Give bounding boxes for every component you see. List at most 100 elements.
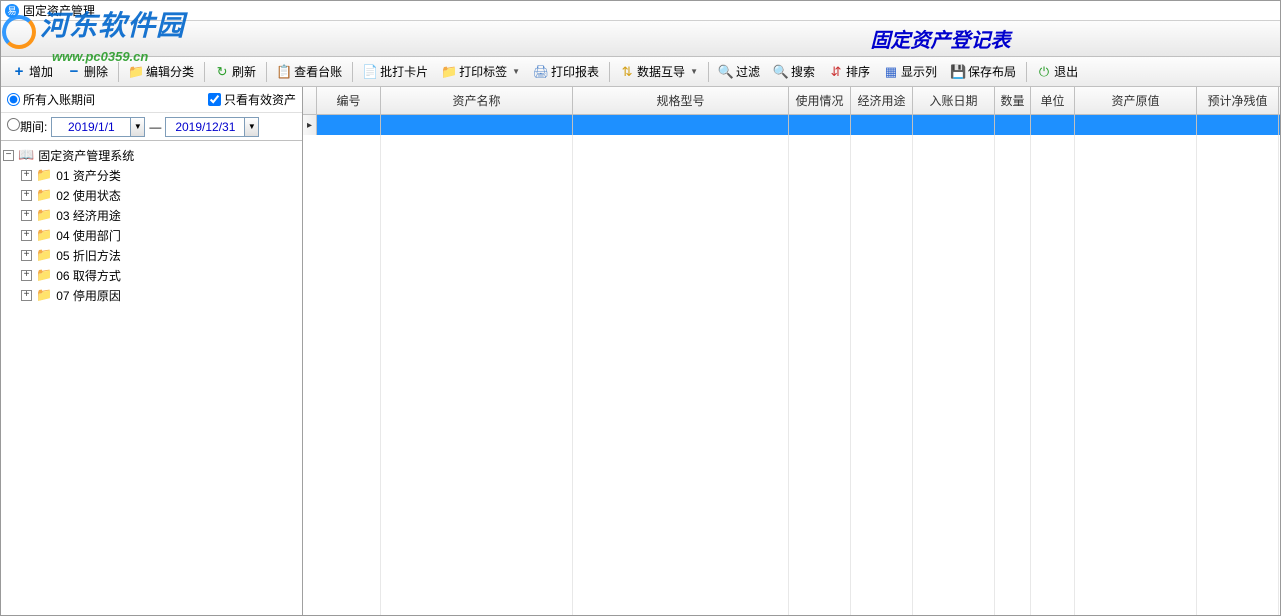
refresh-label: 刷新	[232, 63, 256, 80]
tree-item[interactable]: + 📁05 折旧方法	[21, 245, 300, 265]
tree-item[interactable]: + 📁07 停用原因	[21, 285, 300, 305]
search-icon: 🔍	[774, 65, 788, 79]
sidebar: 所有入账期间 只看有效资产 期间: ▼ — ▼ − 📖	[1, 87, 303, 615]
expand-icon[interactable]: +	[21, 250, 32, 261]
save-layout-button[interactable]: 💾保存布局	[944, 59, 1023, 84]
grid-cell[interactable]	[1197, 115, 1279, 135]
data-icon: ⇅	[620, 65, 634, 79]
period-radio[interactable]: 期间:	[7, 118, 47, 135]
edit-cat-label: 编辑分类	[146, 63, 194, 80]
search-label: 搜索	[791, 63, 815, 80]
expand-icon[interactable]: +	[21, 270, 32, 281]
preport-label: 打印报表	[551, 63, 599, 80]
grid-cell[interactable]	[789, 115, 851, 135]
refresh-button[interactable]: ↻刷新	[208, 59, 263, 84]
show-columns-button[interactable]: ▦显示列	[877, 59, 944, 84]
batch-label: 批打卡片	[380, 63, 428, 80]
grid-cell[interactable]	[317, 115, 381, 135]
plabel-label: 打印标签	[459, 63, 507, 80]
tree-item[interactable]: + 📁01 资产分类	[21, 165, 300, 185]
tree-item-label: 05 折旧方法	[56, 247, 121, 264]
date-to-input[interactable]	[165, 117, 245, 137]
save-icon: 💾	[951, 65, 965, 79]
grid-cell[interactable]	[851, 115, 913, 135]
folder-icon: 📁	[442, 65, 456, 79]
view-ledger-button[interactable]: 📋查看台账	[270, 59, 349, 84]
exit-button[interactable]: ⏻退出	[1030, 59, 1085, 84]
grid-cell[interactable]	[381, 115, 573, 135]
column-header[interactable]: 预计净残值	[1197, 87, 1279, 114]
data-io-button[interactable]: ⇅数据互导▼	[613, 59, 705, 84]
tree-item-label: 06 取得方式	[56, 267, 121, 284]
grid-header: 编号资产名称规格型号使用情况经济用途入账日期数量单位资产原值预计净残值	[303, 87, 1280, 115]
grid-body[interactable]: ▸	[303, 115, 1280, 615]
date-from-dropdown[interactable]: ▼	[131, 117, 145, 137]
column-header[interactable]: 规格型号	[573, 87, 789, 114]
exit-icon: ⏻	[1037, 65, 1051, 79]
print-label-button[interactable]: 📁打印标签 ▼	[435, 59, 527, 84]
folder-icon: 📁	[36, 247, 52, 263]
tree-item[interactable]: +📁06 取得方式	[21, 265, 300, 285]
column-header[interactable]: 数量	[995, 87, 1031, 114]
expand-icon[interactable]: +	[21, 210, 32, 221]
column-header[interactable]: 使用情况	[789, 87, 851, 114]
folder-edit-icon: 📁	[129, 65, 143, 79]
app-icon: 易	[5, 4, 19, 18]
date-separator: —	[149, 120, 161, 134]
all-periods-label: 所有入账期间	[23, 91, 95, 108]
batch-card-button[interactable]: 📄批打卡片	[356, 59, 435, 84]
delete-button[interactable]: −删除	[60, 59, 115, 84]
book-icon: 📖	[18, 147, 34, 163]
expand-icon[interactable]: +	[21, 170, 32, 181]
grid-cell[interactable]	[913, 115, 995, 135]
filter-label: 过滤	[736, 63, 760, 80]
expand-icon[interactable]: +	[21, 290, 32, 301]
grid-row[interactable]: ▸	[303, 115, 1280, 135]
row-indicator-icon: ▸	[303, 115, 317, 135]
folder-icon: 📁	[36, 167, 52, 183]
folder-icon: 📁	[36, 207, 52, 223]
folder-icon: 📁	[36, 287, 52, 303]
cols-label: 显示列	[901, 63, 937, 80]
tree-item-label: 07 停用原因	[56, 287, 121, 304]
date-from-input[interactable]	[51, 117, 131, 137]
all-periods-radio[interactable]: 所有入账期间	[7, 91, 95, 108]
column-header[interactable]: 单位	[1031, 87, 1075, 114]
expand-icon[interactable]: +	[21, 230, 32, 241]
tree-root[interactable]: − 📖 固定资产管理系统	[3, 145, 300, 165]
header: 固定资产登记表	[1, 21, 1280, 57]
dropdown-icon: ▼	[512, 67, 520, 76]
grid-cell[interactable]	[1031, 115, 1075, 135]
search-button[interactable]: 🔍搜索	[767, 59, 822, 84]
column-header[interactable]: 资产名称	[381, 87, 573, 114]
grid-cell[interactable]	[573, 115, 789, 135]
filter-button[interactable]: 🔍过滤	[712, 59, 767, 84]
column-header[interactable]: 资产原值	[1075, 87, 1197, 114]
expand-icon[interactable]: +	[21, 190, 32, 201]
date-to-dropdown[interactable]: ▼	[245, 117, 259, 137]
tree-item-label: 03 经济用途	[56, 207, 121, 224]
period-label: 期间:	[20, 120, 47, 134]
grid-cell[interactable]	[1075, 115, 1197, 135]
tree-item[interactable]: +📁04 使用部门	[21, 225, 300, 245]
tree-item[interactable]: + 📁03 经济用途	[21, 205, 300, 225]
plus-icon: +	[12, 65, 26, 79]
document-icon: 📄	[363, 65, 377, 79]
sort-button[interactable]: ⇵排序	[822, 59, 877, 84]
valid-only-checkbox[interactable]: 只看有效资产	[208, 91, 296, 108]
tree-item-label: 01 资产分类	[56, 167, 121, 184]
minus-icon: −	[67, 65, 81, 79]
tree-item[interactable]: +📁02 使用状态	[21, 185, 300, 205]
grid-cell[interactable]	[995, 115, 1031, 135]
collapse-icon[interactable]: −	[3, 150, 14, 161]
column-header[interactable]: 编号	[317, 87, 381, 114]
tree-root-label: 固定资产管理系统	[38, 147, 134, 164]
add-button[interactable]: +增加	[5, 59, 60, 84]
valid-only-label: 只看有效资产	[224, 91, 296, 108]
print-report-button[interactable]: 🖨打印报表	[527, 59, 606, 84]
toolbar: +增加 −删除 📁编辑分类 ↻刷新 📋查看台账 📄批打卡片 📁打印标签▼ 🖨打印…	[1, 57, 1280, 87]
columns-icon: ▦	[884, 65, 898, 79]
column-header[interactable]: 经济用途	[851, 87, 913, 114]
edit-category-button[interactable]: 📁编辑分类	[122, 59, 201, 84]
column-header[interactable]: 入账日期	[913, 87, 995, 114]
